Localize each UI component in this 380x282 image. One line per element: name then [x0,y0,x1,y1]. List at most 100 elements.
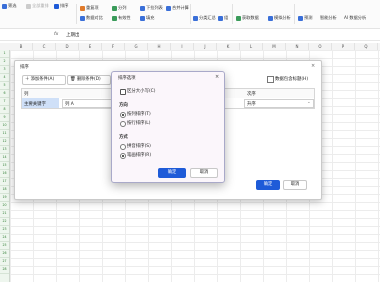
row-header[interactable]: 24 [0,234,9,242]
row-header[interactable]: 9 [0,114,9,122]
sort-by-column-label: 按列排序(T) [127,112,151,117]
group-button[interactable]: 组 [218,15,228,21]
row-header[interactable]: 10 [0,122,9,130]
row-header[interactable]: 19 [0,194,9,202]
row-header[interactable]: 15 [0,162,9,170]
column-header-n[interactable]: N [286,43,309,50]
order-select[interactable]: 升序 ⌄ [244,99,314,108]
column-header-f[interactable]: F [102,43,125,50]
options-ok-button[interactable]: 确定 [158,168,186,178]
column-header-j[interactable]: J [194,43,217,50]
chevron-down-icon: ⌄ [307,100,311,105]
column-header-p[interactable]: P [332,43,355,50]
formula-input[interactable]: 上期出 [66,32,80,38]
options-close-icon[interactable]: × [215,74,219,80]
stroke-sort-radio[interactable] [120,153,126,159]
dialog-title: 排序 [20,65,29,70]
validity-button[interactable]: 有效性 [112,15,131,21]
consolidate-button[interactable]: 合并计算 [166,5,189,11]
sort-by-row-label: 按行排序(L) [127,121,151,126]
compare-button[interactable]: 数据对比 [80,15,103,21]
delete-condition-button[interactable]: 🗑 删除条件(D) [67,75,111,85]
reapply-icon [26,3,31,9]
row-header[interactable]: 5 [0,82,9,90]
column-header-q[interactable]: Q [355,43,378,50]
row-header[interactable]: 21 [0,210,9,218]
forecast-button[interactable]: 预测 [298,15,312,21]
row-header[interactable]: 8 [0,106,9,114]
sort-button[interactable]: 排序 [54,3,68,9]
row-header[interactable]: 2 [0,58,9,66]
row-header[interactable]: 11 [0,130,9,138]
trash-icon: 🗑 [70,77,76,82]
options-cancel-button[interactable]: 取消 [190,168,218,178]
row-header[interactable]: 25 [0,242,9,250]
column-header-c[interactable]: C [33,43,56,50]
pinyin-sort-label: 拼音排序(S) [127,144,151,149]
column-header-h[interactable]: H [148,43,171,50]
method-label: 方式 [119,135,128,140]
fill-button[interactable]: 填充 [140,15,154,21]
row-header[interactable]: 14 [0,154,9,162]
row-header[interactable]: 4 [0,74,9,82]
what-if-button[interactable]: 模拟分析 [268,15,291,21]
forecast-icon [298,15,303,21]
sort-by-column-radio[interactable] [120,112,126,118]
row-header[interactable]: 22 [0,218,9,226]
column-header-label: 列 [24,92,29,97]
column-header-g[interactable]: G [125,43,148,50]
sort-by-row-radio[interactable] [120,121,126,127]
column-header-b[interactable]: B [10,43,33,50]
pinyin-sort-radio[interactable] [120,144,126,150]
row-header[interactable]: 27 [0,258,9,266]
ribbon-toolbar: 筛选 全部重排 排序 重复项 数据对比 分列 有效性 下拉列表 填充 合并计算 … [0,0,380,29]
row-header[interactable]: 6 [0,90,9,98]
header-checkbox[interactable] [267,76,274,83]
row-header[interactable]: 12 [0,138,9,146]
duplicates-button[interactable]: 重复项 [80,5,99,11]
row-header[interactable]: 16 [0,170,9,178]
consolidate-icon [166,5,171,11]
filter-button[interactable]: 筛选 [2,3,16,9]
column-header-i[interactable]: I [171,43,194,50]
row-header[interactable]: 17 [0,178,9,186]
dropdown-list-button[interactable]: 下拉列表 [140,5,163,11]
sort-ok-button[interactable]: 确定 [256,180,280,190]
sort-options-dialog: 排序选项 × 区分大小写(C) 方向 按列排序(T) 按行排序(L) 方式 拼音… [111,71,225,183]
header-checkbox-label: 数据包含标题(H) [275,77,309,82]
column-header-l[interactable]: L [240,43,263,50]
reapply-button[interactable]: 全部重排 [26,3,49,9]
row-header[interactable]: 18 [0,186,9,194]
case-sensitive-checkbox[interactable] [120,89,126,95]
column-header-k[interactable]: K [217,43,240,50]
direction-label: 方向 [119,103,128,108]
group-icon [218,15,223,21]
column-header-d[interactable]: D [56,43,79,50]
column-header-o[interactable]: O [309,43,332,50]
smart-analysis-button[interactable]: 智能分析 [320,15,337,21]
sort-cancel-button[interactable]: 取消 [283,180,307,190]
row-header[interactable]: 13 [0,146,9,154]
row-header[interactable]: 28 [0,266,9,274]
validity-icon [112,15,117,21]
column-header-e[interactable]: E [79,43,102,50]
close-icon[interactable]: × [311,63,315,69]
split-button[interactable]: 分列 [112,5,126,11]
subtotal-button[interactable]: 分类汇总 [193,15,216,21]
row-header[interactable]: 3 [0,66,9,74]
get-data-button[interactable]: 获取数据 [236,15,259,21]
ai-analysis-button[interactable]: AI 数据分析 [344,15,366,21]
add-condition-button[interactable]: ＋ 添加条件(A) [22,75,66,85]
order-header-label: 次序 [247,92,256,97]
row-headers: 1 2 3 4 5 6 7 8 9 10 11 12 13 14 15 16 17 18 19 20 21 22 23 24 2… [0,50,10,282]
compare-icon [80,15,85,21]
row-header[interactable]: 23 [0,226,9,234]
row-header[interactable]: 26 [0,250,9,258]
row-header[interactable]: 7 [0,98,9,106]
primary-key-label-cell[interactable]: 主要关键字 [22,98,59,108]
filter-icon [2,3,7,9]
row-header[interactable]: 1 [0,50,9,58]
column-header-m[interactable]: M [263,43,286,50]
row-header[interactable]: 20 [0,202,9,210]
dropdown-list-icon [140,5,145,11]
